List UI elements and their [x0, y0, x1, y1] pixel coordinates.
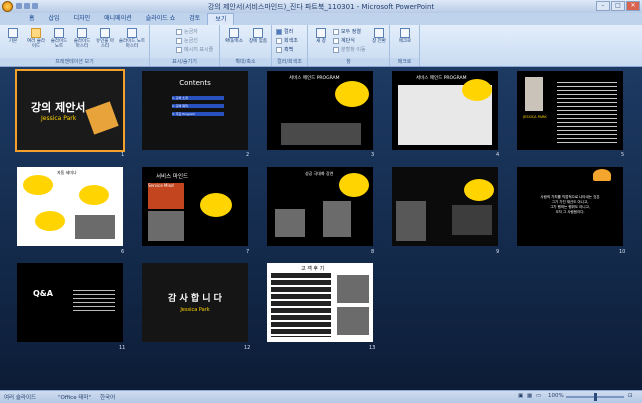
views-group: 기본 여러 슬라이드 슬라이드 노트 슬라이드 마스터 유인물 마스터 슬라이드… — [0, 25, 150, 66]
macro-button[interactable]: 매크로 — [394, 28, 416, 44]
color-group: 컬러 회색조 흑백 컬러/회색조 — [272, 25, 308, 66]
switch-window-button[interactable]: 창 전환 — [368, 28, 390, 44]
macro-icon — [400, 28, 410, 38]
show-hide-group: 눈금자 눈금선 메시지 표시줄 표시/숨기기 — [150, 25, 220, 66]
slide-sorter-icon — [31, 28, 41, 38]
logo-image — [85, 101, 119, 135]
tab-slideshow[interactable]: 슬라이드 쇼 — [139, 13, 183, 25]
gridlines-checkbox[interactable]: 눈금선 — [176, 37, 198, 44]
zoom-slider-thumb[interactable] — [594, 393, 597, 401]
title-bar: 강의 제안서(서비스마인드)_진다 파트북_110301 - Microsoft… — [0, 0, 642, 13]
slide-thumbnail-3[interactable]: 서비스 매인드 PROGRAM — [267, 71, 373, 150]
slide-thumbnail-7[interactable]: 서비스 마인드 Service Mind — [142, 167, 248, 246]
fit-window-button[interactable]: 창에 맞춤 — [247, 28, 269, 44]
seminar-photo — [281, 123, 361, 145]
profile-photo — [525, 77, 543, 111]
window-group: 새 창 모두 정렬 계단식 분할창 이동 창 전환 창 — [308, 25, 390, 66]
zoom-group: 확대/축소 창에 맞춤 확대/축소 — [220, 25, 272, 66]
handout-master-button[interactable]: 유인물 마스터 — [94, 28, 116, 49]
new-window-button[interactable]: 새 창 — [310, 28, 332, 44]
slide-thumbnail-12[interactable]: 감 사 합 니 다 Jessica Park — [142, 263, 248, 342]
status-theme: "Office 테마" — [58, 395, 91, 401]
notes-master-button[interactable]: 슬라이드 노트 마스터 — [117, 28, 147, 49]
slide-thumbnail-9[interactable] — [392, 167, 498, 246]
zoom-button[interactable]: 확대/축소 — [223, 28, 245, 44]
new-window-icon — [316, 28, 326, 38]
notes-page-button[interactable]: 슬라이드 노트 — [48, 28, 70, 49]
maximize-button[interactable]: □ — [611, 1, 625, 11]
macro-group: 매크로 매크로 — [390, 25, 420, 66]
handout-master-icon — [100, 28, 110, 38]
status-view: 여러 슬라이드 — [4, 395, 37, 401]
tab-home[interactable]: 홈 — [22, 13, 42, 25]
color-option[interactable]: 컬러 — [276, 28, 293, 35]
minimize-button[interactable]: – — [596, 1, 610, 11]
ribbon: 기본 여러 슬라이드 슬라이드 노트 슬라이드 마스터 유인물 마스터 슬라이드… — [0, 25, 642, 67]
status-bar: 여러 슬라이드 "Office 테마" 한국어 ▣ ▦ ▭ 100% ⊡ — [0, 390, 642, 403]
sorter-view-status-icon[interactable]: ▦ — [527, 393, 532, 399]
ruler-checkbox[interactable]: 눈금자 — [176, 28, 198, 35]
slide-thumbnail-10[interactable]: 사람의 가치를 직접적으로 나타내는 것은 그가 가진 재산도 아니고, 그가 … — [517, 167, 623, 246]
move-split-button[interactable]: 분할창 이동 — [333, 46, 366, 53]
fit-window-icon — [253, 28, 263, 38]
black-white-option[interactable]: 흑백 — [276, 46, 293, 53]
tab-insert[interactable]: 삽입 — [42, 13, 67, 25]
lamp-icon — [593, 169, 611, 181]
slide-thumbnail-8[interactable]: 성공 극대화 강연 — [267, 167, 373, 246]
slide-sorter-button[interactable]: 여러 슬라이드 — [25, 28, 47, 49]
slide-thumbnail-1[interactable]: 강의 제안서 Jessica Park — [15, 69, 125, 152]
slide-master-icon — [77, 28, 87, 38]
close-button[interactable]: ✕ — [626, 1, 640, 11]
notes-icon — [54, 28, 64, 38]
slide-thumbnail-6[interactable]: 자동 세미나 — [17, 167, 123, 246]
slide-sorter-canvas[interactable]: 강의 제안서 Jessica Park 1 Contents 1. 강의 소개 … — [0, 67, 642, 390]
tab-design[interactable]: 디자인 — [67, 13, 98, 25]
slide-master-button[interactable]: 슬라이드 마스터 — [71, 28, 93, 49]
tab-review[interactable]: 검토 — [182, 13, 207, 25]
zoom-level: 100% — [548, 393, 564, 399]
notes-master-icon — [127, 28, 137, 38]
window-title: 강의 제안서(서비스마인드)_진다 파트북_110301 - Microsoft… — [207, 3, 435, 11]
cascade-button[interactable]: 계단식 — [333, 37, 355, 44]
tab-view[interactable]: 보기 — [207, 13, 235, 25]
message-bar-checkbox[interactable]: 메시지 표시줄 — [176, 46, 213, 53]
grayscale-option[interactable]: 회색조 — [276, 37, 298, 44]
normal-view-icon — [8, 28, 18, 38]
slide-thumbnail-11[interactable]: Q&A — [17, 263, 123, 342]
slide-thumbnail-4[interactable]: 서비스 매인드 PROGRAM — [392, 71, 498, 150]
normal-view-button[interactable]: 기본 — [2, 28, 24, 44]
ribbon-tabs: 홈 삽입 디자인 애니메이션 슬라이드 쇼 검토 보기 — [0, 13, 642, 25]
slide-thumbnail-5[interactable]: JESSICA PARK — [517, 71, 623, 150]
tab-animation[interactable]: 애니메이션 — [97, 13, 139, 25]
normal-view-status-icon[interactable]: ▣ — [518, 393, 523, 399]
arrange-all-button[interactable]: 모두 정렬 — [333, 28, 361, 35]
slide-thumbnail-2[interactable]: Contents 1. 강의 소개 2. 강의 목적 3. 주요 Program — [142, 71, 248, 150]
switch-window-icon — [374, 28, 384, 38]
slideshow-status-icon[interactable]: ▭ — [536, 393, 541, 399]
fit-slide-icon[interactable]: ⊡ — [628, 393, 633, 399]
slide-thumbnail-13[interactable]: 고 객 후 기 — [267, 263, 373, 342]
magnifier-icon — [229, 28, 239, 38]
status-language: 한국어 — [100, 395, 116, 401]
